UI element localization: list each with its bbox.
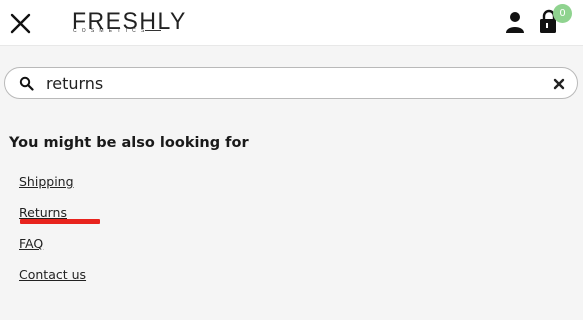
- search-icon[interactable]: [19, 76, 34, 91]
- logo-underline: [145, 30, 161, 31]
- search-input[interactable]: [46, 71, 526, 95]
- returns-highlight-bar: [20, 219, 100, 224]
- account-button[interactable]: [503, 10, 527, 34]
- suggestion-link-returns[interactable]: Returns: [19, 205, 67, 220]
- clear-icon: [553, 78, 565, 90]
- clear-search-button[interactable]: [552, 76, 566, 90]
- site-header: FRESHLY COSMETICS 0: [0, 0, 583, 46]
- logo-subtext: COSMETICS: [73, 28, 150, 34]
- search-bar: [4, 67, 578, 99]
- brand-logo[interactable]: FRESHLY COSMETICS: [72, 7, 185, 37]
- suggestions-heading: You might be also looking for: [9, 135, 249, 151]
- close-icon: [10, 13, 31, 34]
- close-button[interactable]: [8, 10, 34, 36]
- user-icon: [506, 12, 524, 33]
- suggestion-link-shipping[interactable]: Shipping: [19, 174, 74, 189]
- cart-count-badge: 0: [553, 4, 572, 23]
- suggestion-link-contact-us[interactable]: Contact us: [19, 267, 86, 282]
- suggestion-link-faq[interactable]: FAQ: [19, 236, 43, 251]
